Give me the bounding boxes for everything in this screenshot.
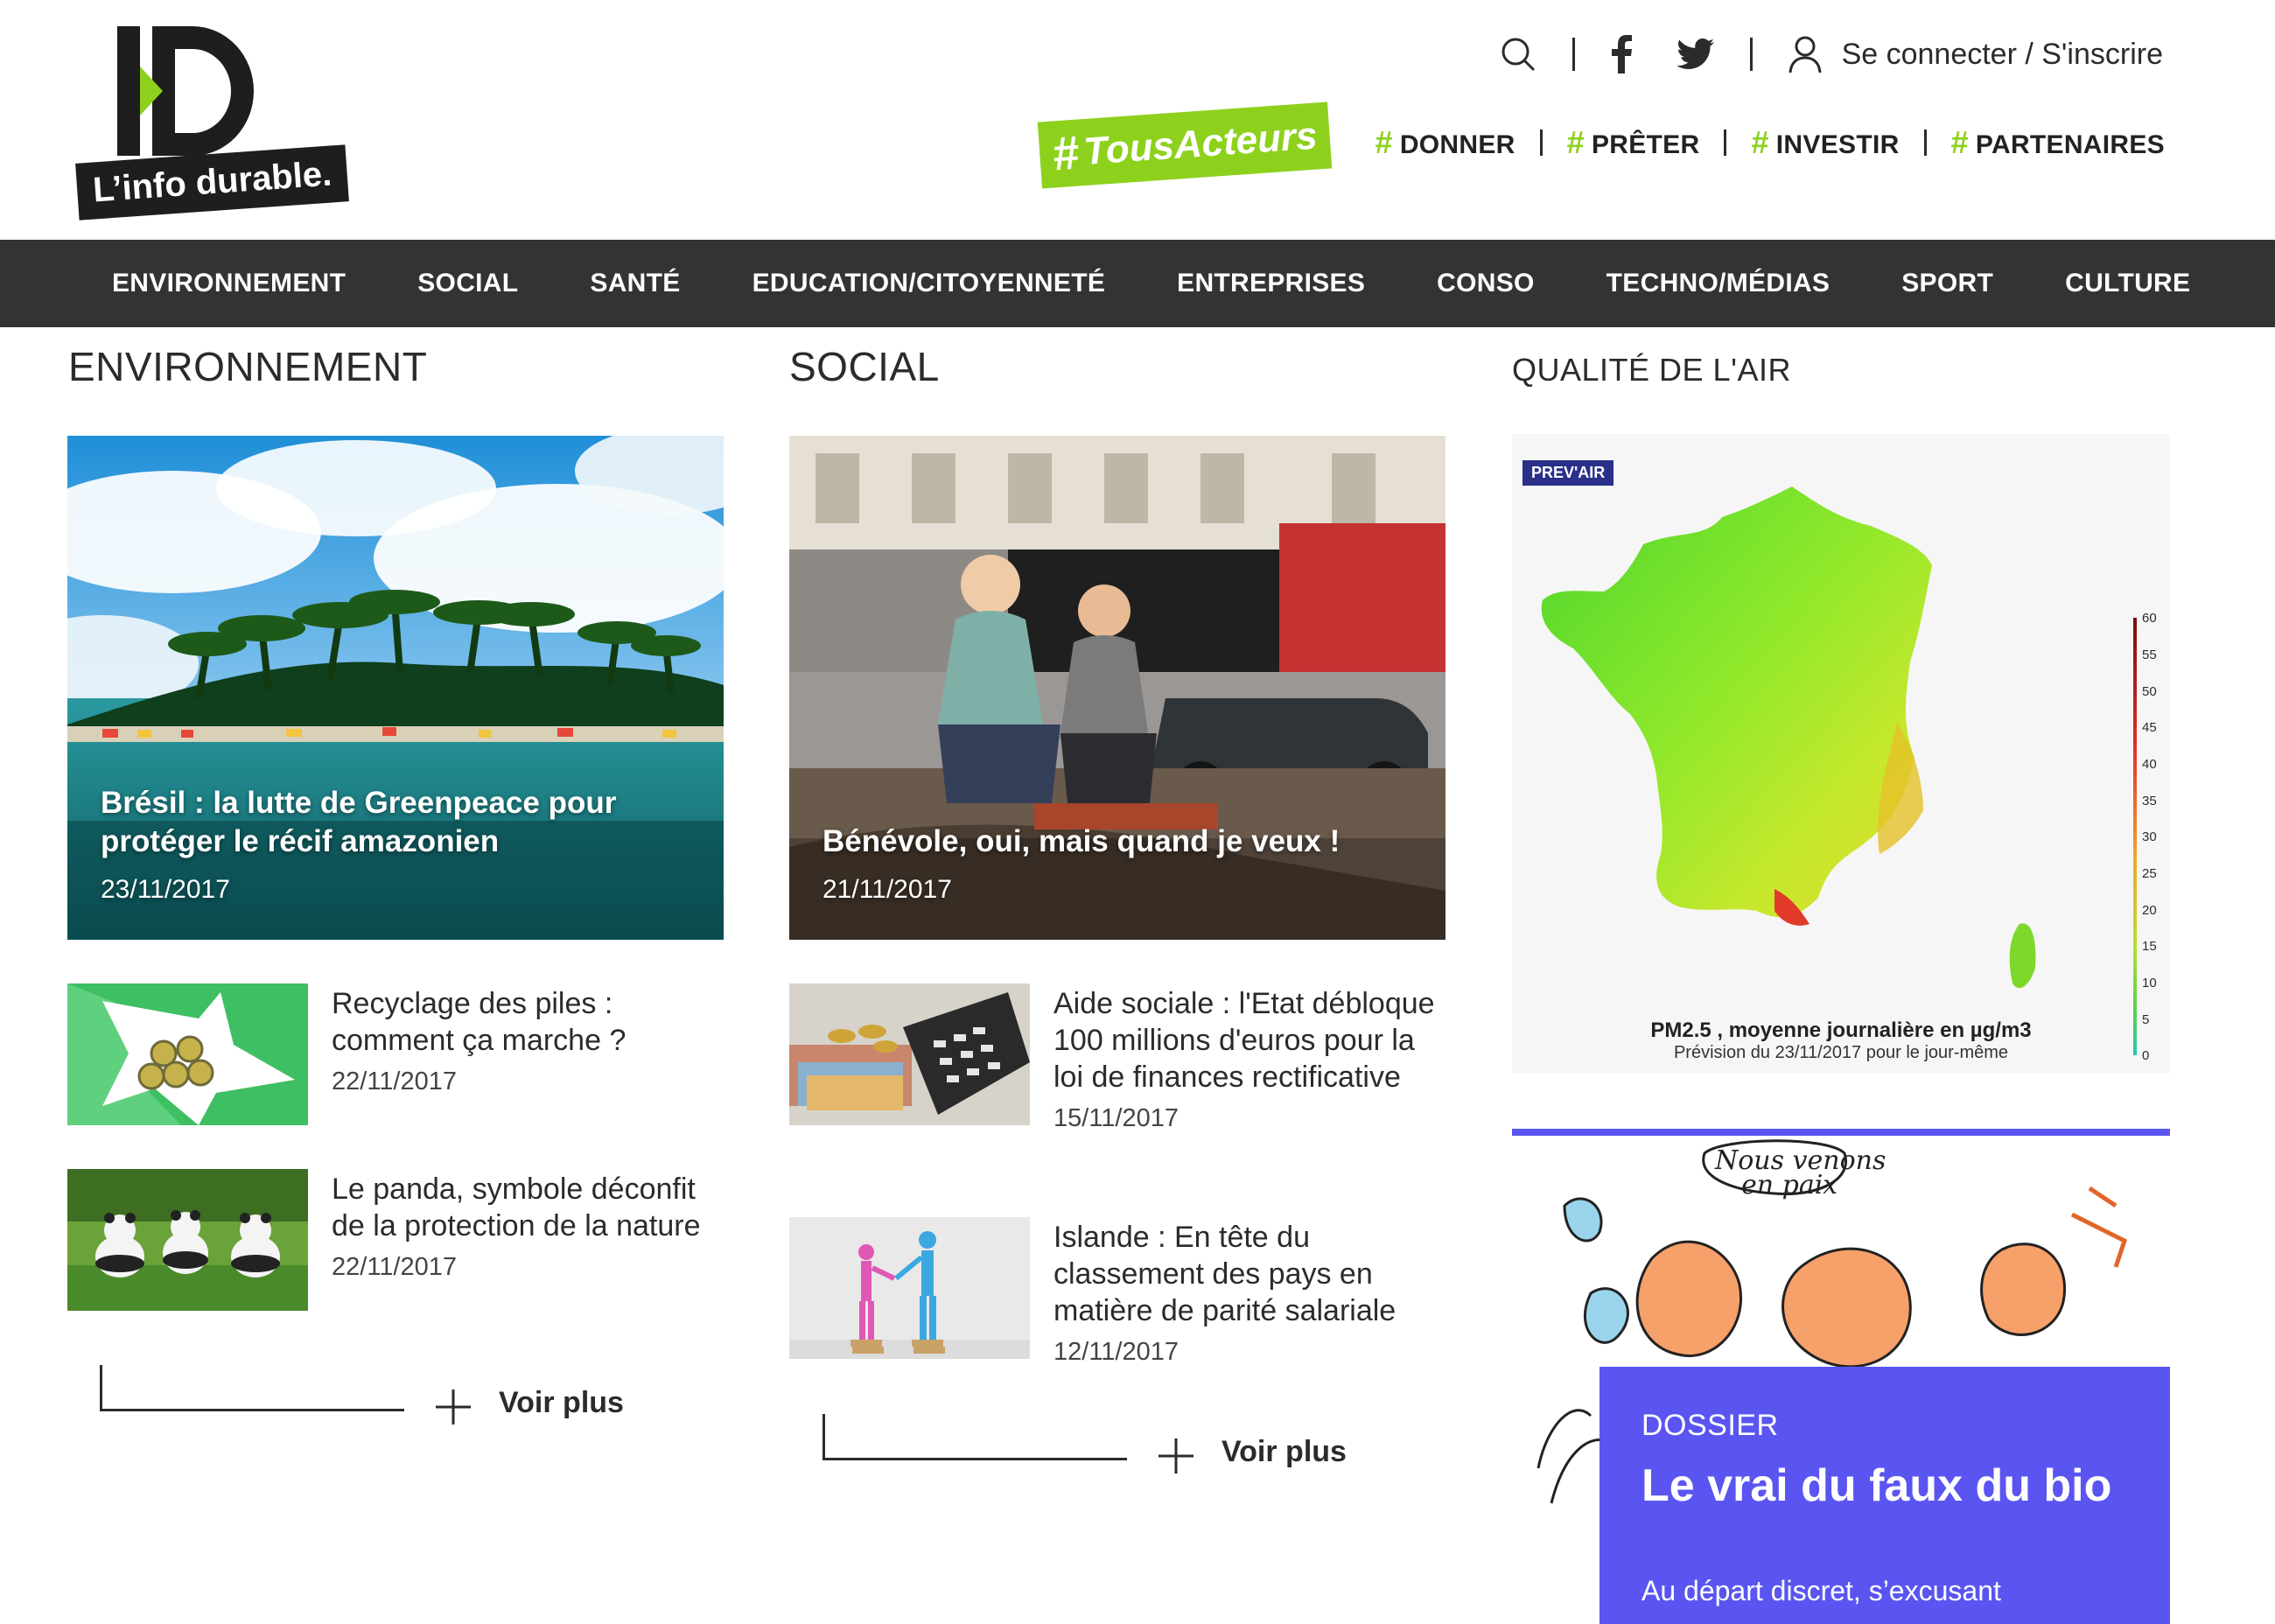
feature-caption: Bénévole, oui, mais quand je veux ! 21/1… xyxy=(822,822,1412,905)
voir-plus-social[interactable]: Voir plus xyxy=(822,1414,1382,1475)
france-pm25-map xyxy=(1541,486,2036,989)
feature-date: 21/11/2017 xyxy=(822,875,952,904)
feature-article-social[interactable]: Bénévole, oui, mais quand je veux ! 21/1… xyxy=(789,436,1446,940)
dossier-block[interactable]: Nous venons en paix DOSSIER Le vrai du f… xyxy=(1512,1129,2170,1624)
login-link[interactable]: Se connecter / S'inscrire xyxy=(1788,35,2163,74)
scale-label: 45 xyxy=(2142,720,2157,735)
plus-icon xyxy=(1158,1438,1194,1474)
map-subcaption: Prévision du 23/11/2017 pour le jour-mêm… xyxy=(1673,1043,2009,1062)
nav-item-social[interactable]: SOCIAL xyxy=(417,269,518,298)
article-thumbnail xyxy=(789,1217,1030,1359)
dossier-title: Le vrai du faux du bio xyxy=(1642,1460,2112,1511)
article-thumbnail xyxy=(67,984,308,1125)
divider xyxy=(1923,130,1927,156)
page: L’info durable. Se connecter / S'inscrir… xyxy=(0,0,2275,1624)
feature-title: Bénévole, oui, mais quand je veux ! xyxy=(822,824,1340,858)
divider xyxy=(1572,38,1575,71)
nav-item-education[interactable]: EDUCATION/CITOYENNETÉ xyxy=(752,269,1106,298)
scale-label: 15 xyxy=(2142,939,2157,954)
nav-item-sante[interactable]: SANTÉ xyxy=(590,269,680,298)
feature-caption: Brésil : la lutte de Greenpeace pour pro… xyxy=(101,784,690,905)
scale-label: 35 xyxy=(2142,794,2157,808)
feature-article-env[interactable]: Brésil : la lutte de Greenpeace pour pro… xyxy=(67,436,724,940)
plus-icon xyxy=(436,1390,471,1424)
article-thumbnail xyxy=(67,1169,308,1311)
nav-item-environnement[interactable]: ENVIRONNEMENT xyxy=(112,269,346,298)
section-title-air[interactable]: QUALITÉ DE L'AIR xyxy=(1512,352,1791,388)
voir-plus-label: Voir plus xyxy=(1222,1435,1347,1468)
scale-label: 20 xyxy=(2142,903,2157,918)
divider xyxy=(1724,130,1727,156)
voir-plus-label: Voir plus xyxy=(499,1386,624,1419)
dossier-card[interactable]: DOSSIER Le vrai du faux du bio Au départ… xyxy=(1600,1367,2170,1624)
cartoon-speech: en paix xyxy=(1741,1170,1838,1200)
action-investir[interactable]: # INVESTIR xyxy=(1751,124,1899,161)
nav-item-techno[interactable]: TECHNO/MÉDIAS xyxy=(1606,269,1830,298)
article-date: 12/11/2017 xyxy=(1054,1338,1179,1366)
campaign-label: TousActeurs xyxy=(1082,114,1319,174)
article-title: Aide sociale : l'Etat débloque 100 milli… xyxy=(1054,987,1435,1094)
article-title: Recyclage des piles : comment ça marche … xyxy=(332,987,626,1057)
voir-plus-env[interactable]: Voir plus xyxy=(100,1365,660,1426)
feature-title: Brésil : la lutte de Greenpeace pour pro… xyxy=(101,786,617,858)
dossier-teaser: Au départ discret, s’excusant xyxy=(1642,1575,2001,1606)
scale-label: 30 xyxy=(2142,830,2157,844)
section-title-environnement[interactable]: ENVIRONNEMENT xyxy=(68,343,427,390)
facebook-icon[interactable] xyxy=(1610,35,1633,74)
nav-item-entreprises[interactable]: ENTREPRISES xyxy=(1177,269,1365,298)
action-partenaires[interactable]: # PARTENAIRES xyxy=(1951,124,2165,161)
top-utility-bar: Se connecter / S'inscrire xyxy=(1499,35,2163,74)
air-quality-map[interactable]: PREV'AIR 60 55 50 45 40 35 30 25 20 15 1… xyxy=(1512,434,2170,1073)
dossier-kicker: DOSSIER xyxy=(1642,1409,1779,1442)
scale-label: 55 xyxy=(2142,648,2157,662)
site-logo[interactable]: L’info durable. xyxy=(72,23,350,220)
article-title: Le panda, symbole déconfit de la protect… xyxy=(332,1172,701,1242)
article-thumbnail xyxy=(789,984,1030,1125)
decorative-corner xyxy=(822,1414,1127,1460)
action-links: # DONNER # PRÊTER # INVESTIR # PARTENAIRES xyxy=(1376,124,2166,161)
decorative-corner xyxy=(100,1365,404,1411)
scale-label: 50 xyxy=(2142,684,2157,699)
feature-date: 23/11/2017 xyxy=(101,875,230,904)
map-caption: PM2.5 , moyenne journalière en µg/m3 xyxy=(1650,1018,2032,1042)
main-nav: ENVIRONNEMENT SOCIAL SANTÉ EDUCATION/CIT… xyxy=(0,240,2275,327)
article-date: 15/11/2017 xyxy=(1054,1104,1179,1132)
action-donner[interactable]: # DONNER xyxy=(1376,124,1516,161)
nav-item-conso[interactable]: CONSO xyxy=(1437,269,1535,298)
scale-label: 60 xyxy=(2142,611,2157,626)
tous-acteurs-badge[interactable]: # TousActeurs xyxy=(1037,102,1333,189)
user-icon xyxy=(1788,36,1822,74)
scale-label: 40 xyxy=(2142,757,2157,772)
divider xyxy=(1749,38,1753,71)
action-preter[interactable]: # PRÊTER xyxy=(1567,124,1700,161)
nav-item-sport[interactable]: SPORT xyxy=(1901,269,1993,298)
pm25-color-scale: 60 55 50 45 40 35 30 25 20 15 10 5 0 xyxy=(2132,611,2166,1063)
article-date: 22/11/2017 xyxy=(332,1068,457,1096)
login-label: Se connecter / S'inscrire xyxy=(1841,37,2163,71)
scale-label: 25 xyxy=(2142,866,2157,881)
article-title: Islande : En tête du classement des pays… xyxy=(1054,1221,1396,1327)
article-date: 22/11/2017 xyxy=(332,1253,457,1281)
search-icon[interactable] xyxy=(1499,35,1537,74)
scale-label: 10 xyxy=(2142,976,2157,990)
twitter-icon[interactable] xyxy=(1676,38,1715,70)
section-title-social[interactable]: SOCIAL xyxy=(789,343,940,390)
nav-item-culture[interactable]: CULTURE xyxy=(2065,269,2190,298)
campaign-hash: # xyxy=(1050,126,1081,181)
divider xyxy=(1539,130,1543,156)
